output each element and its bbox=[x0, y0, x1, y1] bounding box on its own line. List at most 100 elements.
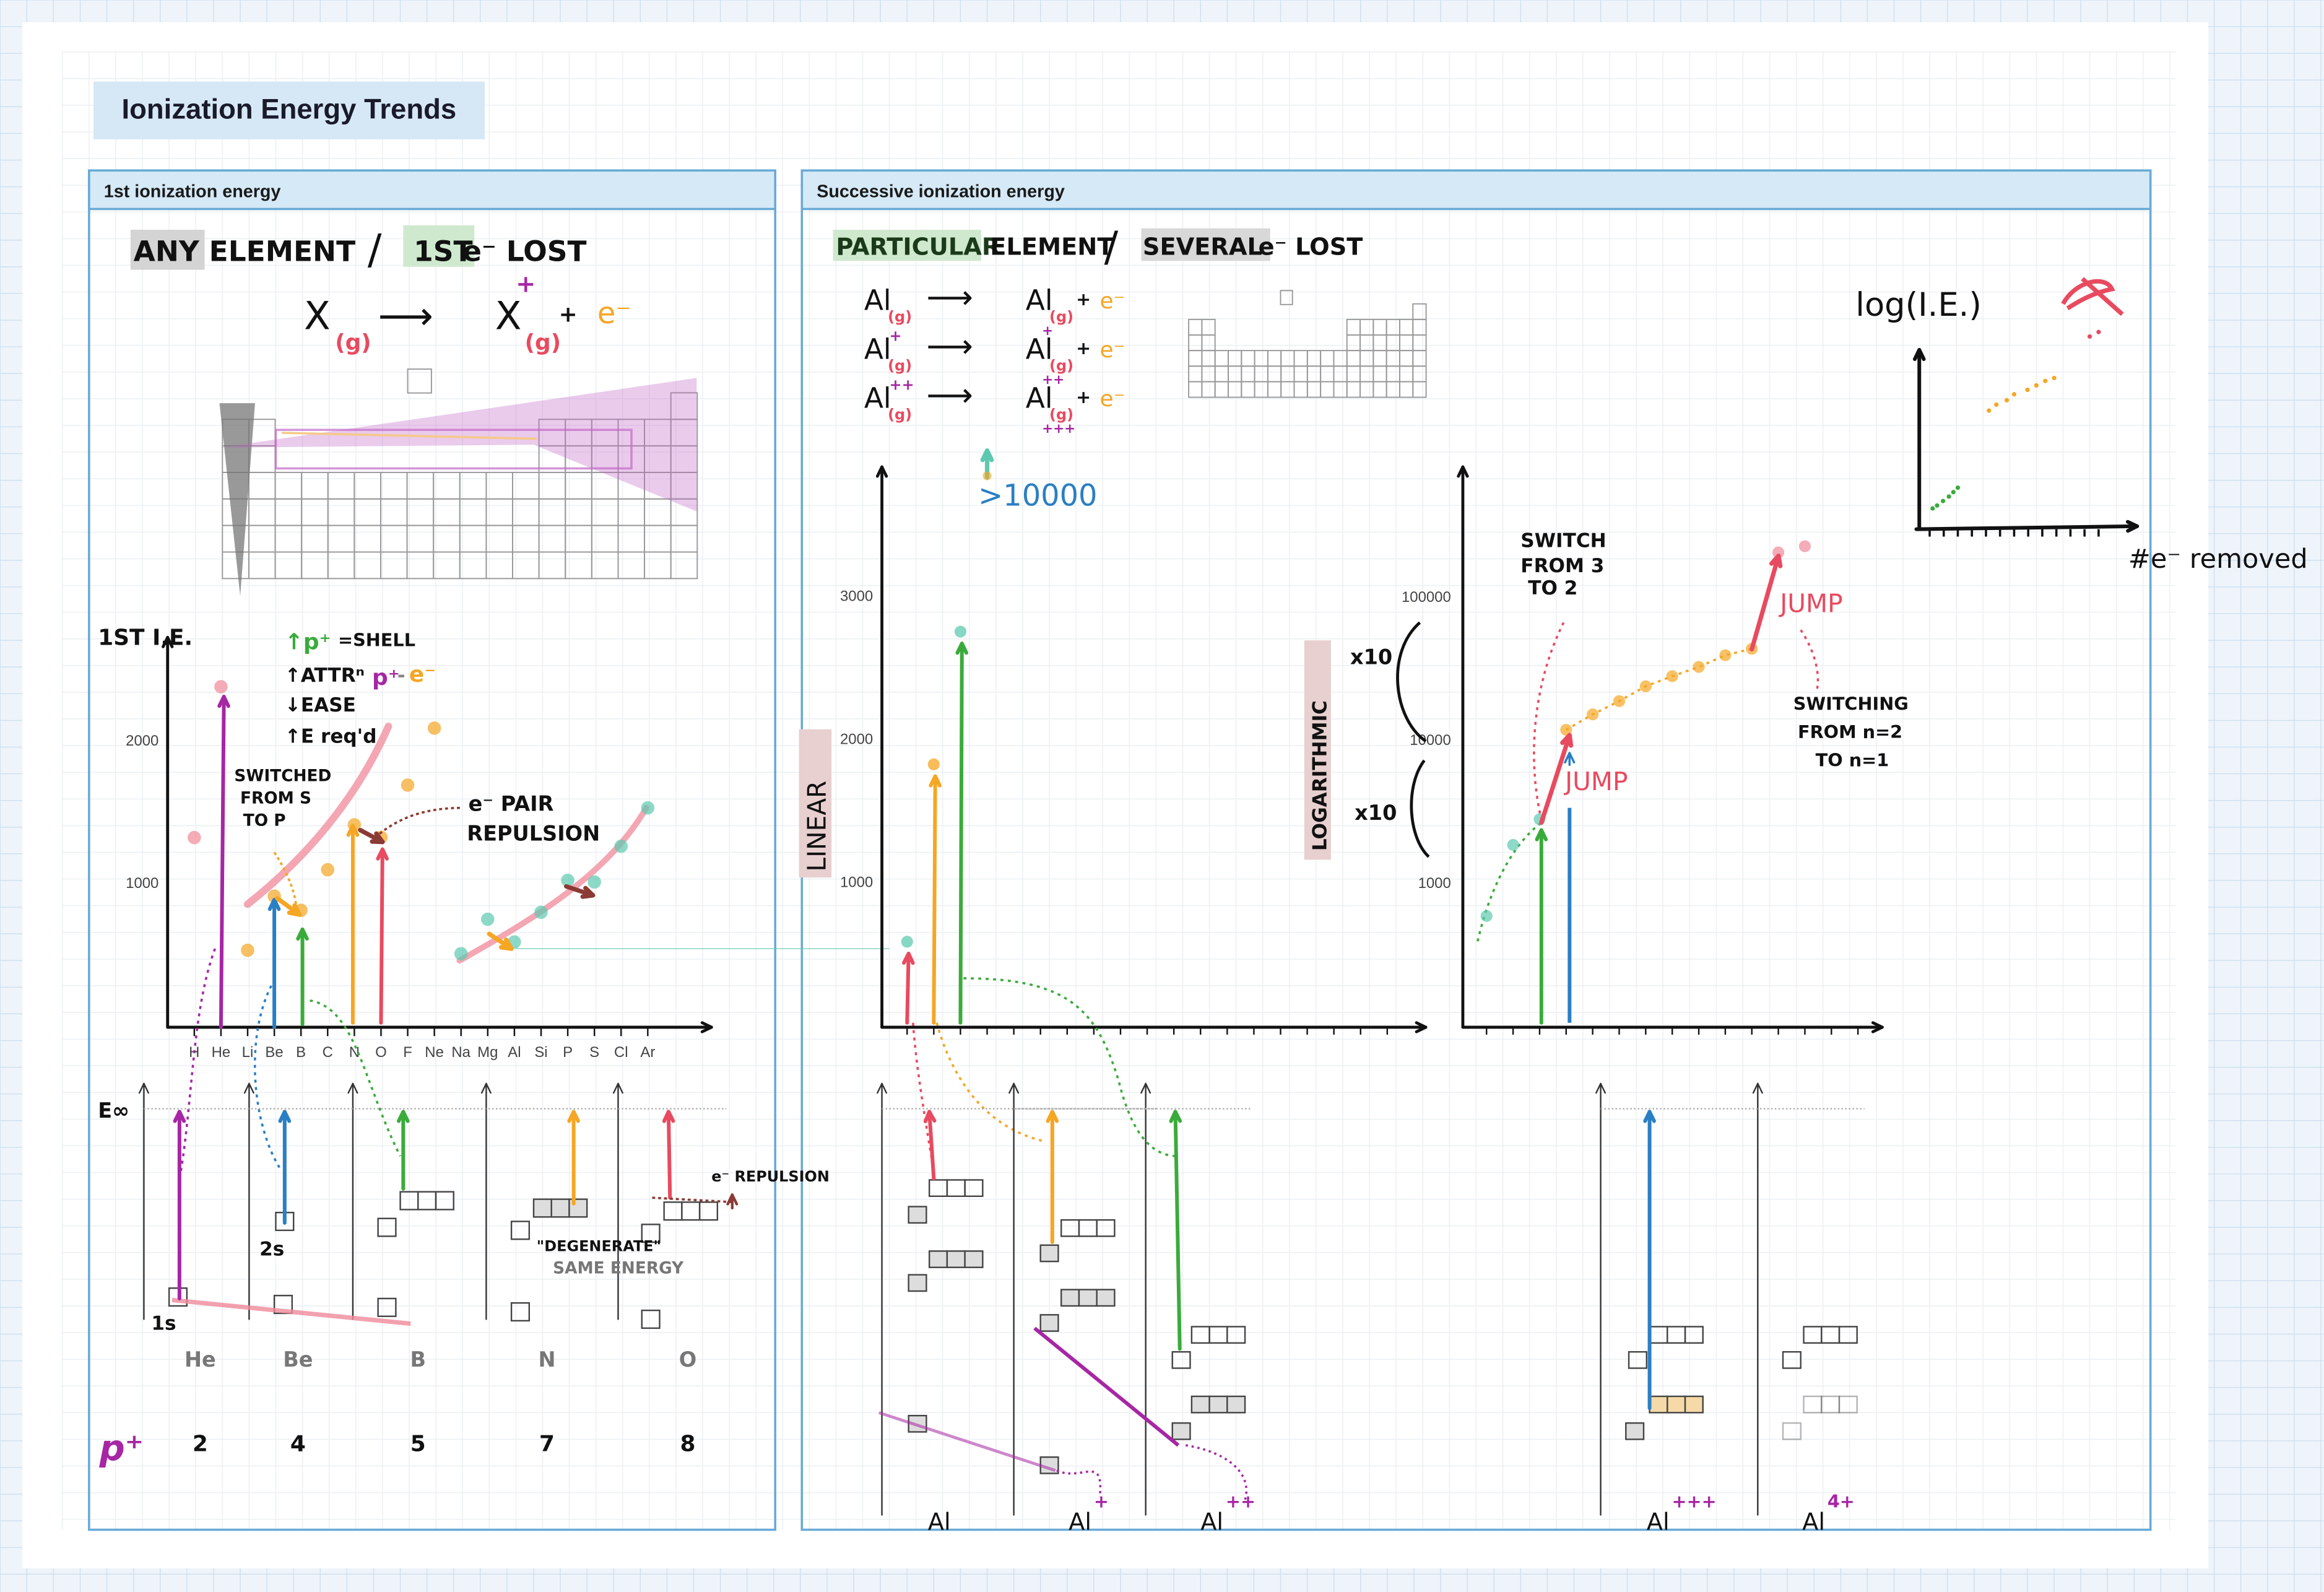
sketch-point bbox=[1955, 485, 1961, 490]
data-point-Ar bbox=[641, 801, 655, 815]
sketch-point bbox=[2096, 329, 2101, 334]
eq-product: Al bbox=[1026, 333, 1053, 365]
data-point-Li bbox=[241, 943, 254, 957]
label-2s: 2s bbox=[259, 1238, 284, 1261]
note-pair-repulsion: REPULSION bbox=[467, 821, 600, 845]
protons-label: p⁺ bbox=[99, 1427, 144, 1469]
data-point bbox=[1639, 680, 1652, 692]
jump-label: JUMP bbox=[1778, 589, 1842, 619]
orbital-box bbox=[1039, 1314, 1059, 1332]
sketch-point bbox=[1946, 494, 1951, 499]
eq-reactant: Al bbox=[864, 333, 891, 365]
x-tick-label: Ne bbox=[425, 1044, 444, 1061]
note-switched: TO P bbox=[243, 811, 286, 830]
orbital-box bbox=[1190, 1395, 1210, 1414]
jump-label: JUMP bbox=[1563, 767, 1628, 796]
data-point bbox=[1613, 695, 1626, 707]
y-tick-label: 2000 bbox=[840, 731, 873, 748]
eq-electron: e⁻ bbox=[1099, 289, 1125, 314]
ionization-arrow bbox=[905, 952, 911, 1025]
legend-energy: ↑E req'd bbox=[285, 725, 377, 747]
note-switch: FROM 3 bbox=[1520, 555, 1604, 577]
ionization-arrow bbox=[958, 642, 964, 1025]
ion-symbol: Al bbox=[1647, 1508, 1670, 1536]
sketch-point bbox=[2043, 378, 2048, 383]
label-e-repulsion: e⁻ REPULSION bbox=[711, 1168, 830, 1185]
orbital-box bbox=[946, 1250, 966, 1268]
data-point bbox=[927, 758, 940, 770]
eq-state: (g) bbox=[335, 330, 371, 355]
proton-count: 4 bbox=[290, 1432, 306, 1457]
orbital-box bbox=[964, 1250, 984, 1268]
orbital-box bbox=[1667, 1395, 1686, 1414]
eq-charge: + bbox=[516, 271, 535, 298]
data-point-C bbox=[321, 863, 335, 877]
legend-attraction: ↑ATTRⁿ bbox=[285, 664, 365, 687]
eq-plus: + bbox=[1076, 337, 1091, 359]
x-tick-label: Al bbox=[508, 1044, 521, 1061]
eq-reactant: Al bbox=[864, 381, 891, 414]
y-axis-label: 1ST I.E. bbox=[98, 625, 193, 650]
note-switched: FROM S bbox=[240, 789, 311, 807]
x-tick-label: Si bbox=[534, 1044, 547, 1061]
note-switching: FROM n=2 bbox=[1798, 721, 1902, 742]
eq-electron: e⁻ bbox=[597, 297, 631, 331]
y-tick-label: 100000 bbox=[1402, 589, 1451, 606]
eq-arrow: ⟶ bbox=[926, 376, 973, 414]
logarithmic-label: LOGARITHMIC bbox=[1309, 700, 1332, 851]
sketch-point bbox=[2004, 398, 2010, 402]
legend-dash: - bbox=[397, 664, 405, 687]
x-tick-label: C bbox=[323, 1044, 333, 1061]
y-tick-label: 3000 bbox=[840, 588, 873, 605]
eq-product-state: (g) bbox=[1049, 406, 1073, 423]
orbital-box bbox=[908, 1206, 927, 1224]
element-label: He bbox=[184, 1347, 216, 1372]
x-tick-label: S bbox=[589, 1044, 599, 1061]
x10-label: x10 bbox=[1355, 801, 1397, 825]
orbital-box bbox=[928, 1250, 948, 1268]
label-degenerate: "DEGENERATE" bbox=[537, 1237, 661, 1255]
eq-reactant: X bbox=[304, 293, 331, 338]
data-point-Ne bbox=[427, 721, 441, 735]
orbital-box bbox=[532, 1198, 552, 1218]
sketch-point bbox=[1994, 402, 1999, 407]
eq-reactant: Al bbox=[864, 284, 891, 316]
proton-count: 7 bbox=[539, 1432, 555, 1457]
x-tick-label: He bbox=[212, 1044, 231, 1061]
data-point-Mg bbox=[481, 912, 495, 926]
eq-reactant-charge: ++ bbox=[890, 376, 914, 394]
data-point-Na bbox=[454, 947, 468, 960]
heading-separator: / bbox=[368, 225, 382, 274]
heading-any-element: ANY ELEMENT bbox=[134, 235, 355, 268]
note-switching: SWITCHING bbox=[1793, 694, 1909, 715]
ion-symbol: Al bbox=[1802, 1508, 1825, 1536]
ion-symbol: Al bbox=[928, 1508, 951, 1536]
data-point bbox=[1693, 661, 1705, 673]
sketch-point bbox=[1930, 506, 1935, 511]
eq-electron: e⁻ bbox=[1099, 386, 1125, 412]
sketch-xlabel: #e⁻ removed bbox=[2128, 544, 2308, 575]
arrowhead bbox=[498, 945, 514, 951]
eq-product-state: (g) bbox=[525, 330, 561, 355]
y-tick-label: 1000 bbox=[126, 875, 158, 892]
heading-particular: PARTICULAR bbox=[836, 233, 1000, 261]
y-tick-label: 1000 bbox=[1418, 875, 1451, 892]
orbital-box bbox=[1226, 1395, 1246, 1414]
ion-symbol: Al bbox=[1200, 1508, 1223, 1536]
eq-plus: + bbox=[559, 302, 578, 327]
linear-label: LINEAR bbox=[802, 781, 832, 872]
e-infinity-label: E∞ bbox=[98, 1098, 129, 1123]
page-title-text: Ionization Energy Trends bbox=[122, 94, 457, 125]
orbital-box bbox=[1649, 1395, 1668, 1414]
heading-e-lost: e⁻ LOST bbox=[462, 235, 586, 268]
element-label: O bbox=[679, 1347, 696, 1372]
y-tick-label: 1000 bbox=[840, 874, 873, 891]
ion-charge: +++ bbox=[1671, 1491, 1716, 1512]
ion-charge: ++ bbox=[1226, 1491, 1255, 1512]
x-tick-label: Ar bbox=[640, 1044, 655, 1061]
eq-product-state: (g) bbox=[1049, 357, 1073, 374]
proton-count: 8 bbox=[680, 1432, 695, 1457]
eq-plus: + bbox=[1076, 386, 1091, 407]
panel-header: 1st ionization energy bbox=[104, 181, 281, 201]
sketch-point bbox=[2052, 375, 2057, 381]
